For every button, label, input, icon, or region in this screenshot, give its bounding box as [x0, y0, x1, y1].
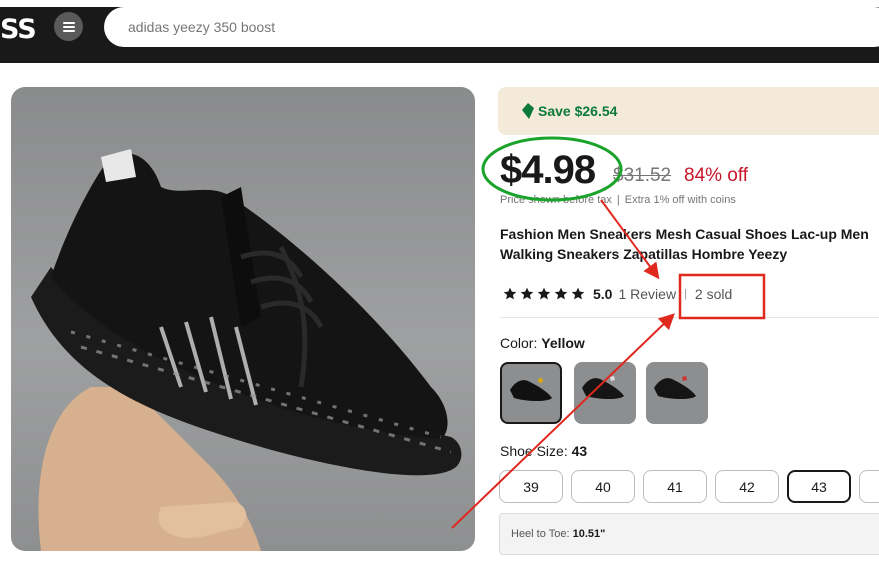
size-option[interactable]: 42 — [715, 470, 779, 503]
section-divider — [500, 317, 879, 318]
selected-color: Yellow — [541, 335, 585, 351]
star-icon — [520, 287, 534, 300]
size-label: Shoe Size: 43 — [500, 443, 587, 459]
color-label-text: Color: — [500, 335, 538, 351]
size-option[interactable]: 39 — [499, 470, 563, 503]
top-white-strip — [0, 0, 879, 7]
discount-percent: 84% off — [684, 165, 749, 186]
sneaker-photo — [31, 149, 462, 551]
rating-score: 5.0 — [593, 286, 613, 302]
star-rating — [503, 287, 585, 301]
size-option[interactable]: 40 — [571, 470, 635, 503]
current-price: $4.98 — [500, 148, 596, 192]
star-icon — [554, 287, 568, 300]
rating-row: 5.0 1 Review | 2 sold — [503, 286, 732, 302]
price-tag-icon — [522, 103, 534, 119]
swatch-shoe-image — [654, 376, 696, 399]
size-label-text: Shoe Size: — [500, 443, 568, 459]
sold-count: 2 sold — [694, 286, 733, 302]
savings-banner: Save $26.54 — [498, 87, 879, 135]
price-note: Price shown before tax | Extra 1% off with… — [500, 194, 736, 206]
color-swatch[interactable] — [500, 362, 562, 424]
selected-size: 43 — [571, 443, 588, 459]
menu-button[interactable] — [54, 12, 83, 41]
size-option-selected[interactable]: 43 — [787, 470, 851, 503]
site-logo[interactable]: SS — [0, 14, 37, 45]
star-icon — [537, 287, 551, 300]
star-icon — [571, 287, 585, 300]
color-swatch[interactable] — [646, 362, 708, 424]
savings-text: Save $26.54 — [538, 103, 618, 119]
original-price: $31.52 — [613, 165, 672, 186]
color-label: Color: Yellow — [500, 335, 585, 351]
size-option-partial[interactable] — [859, 470, 879, 503]
swatch-shoe-image — [582, 376, 624, 399]
note-divider: | — [616, 194, 620, 206]
product-title: Fashion Men Sneakers Mesh Casual Shoes L… — [500, 226, 869, 262]
color-swatch[interactable] — [574, 362, 636, 424]
tax-note: Price shown before tax — [500, 194, 612, 206]
star-icon — [503, 287, 517, 300]
swatch-shoe-image — [510, 378, 552, 401]
review-count-link[interactable]: 1 Review — [618, 286, 676, 302]
coins-note: Extra 1% off with coins — [624, 194, 736, 206]
fit-info-box: Heel to Toe: 10.51" — [499, 513, 879, 555]
size-option[interactable]: 41 — [643, 470, 707, 503]
fit-label: Heel to Toe: — [511, 528, 570, 540]
fit-value: 10.51" — [572, 528, 606, 540]
hamburger-icon — [62, 21, 75, 32]
product-image[interactable] — [11, 87, 475, 551]
top-navigation-bar: SS adidas yeezy 350 boost — [0, 0, 879, 63]
search-input[interactable]: adidas yeezy 350 boost — [104, 7, 879, 47]
rating-divider: | — [684, 288, 687, 300]
